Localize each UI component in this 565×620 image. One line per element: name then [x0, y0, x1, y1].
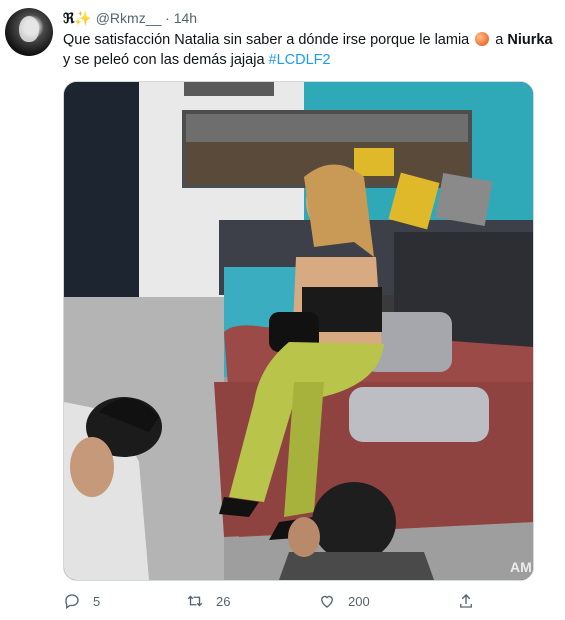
avatar[interactable]	[5, 8, 53, 56]
separator-dot: ·	[165, 10, 170, 26]
display-name[interactable]: ℜ✨	[63, 10, 92, 26]
tweet-text-part: y se peleó con las demás jajaja	[63, 52, 265, 68]
share-icon	[460, 594, 472, 608]
share-button[interactable]	[457, 590, 487, 612]
mention-name: Niurka	[507, 32, 553, 48]
user-handle[interactable]: @Rkmz__	[96, 10, 162, 26]
tweet[interactable]: ℜ✨ @Rkmz__ · 14h Que satisfacción Natali…	[0, 0, 565, 620]
retweet-icon	[187, 595, 203, 607]
tweet-text-part: a	[495, 32, 504, 48]
timestamp[interactable]: 14h	[174, 10, 197, 26]
tweet-header: ℜ✨ @Rkmz__ · 14h	[63, 9, 197, 27]
hashtag-link[interactable]: #LCDLF2	[269, 52, 331, 68]
video-frame: AM	[64, 82, 533, 580]
retweet-count: 26	[216, 593, 231, 609]
tweet-actions: 5 26 200	[63, 590, 543, 612]
tweet-text: Que satisfacción Natalia sin saber a dón…	[63, 30, 553, 70]
like-count: 200	[348, 593, 370, 609]
retweet-button[interactable]: 26	[186, 590, 230, 612]
peach-emoji-icon	[475, 32, 490, 46]
heart-icon	[321, 595, 333, 608]
reply-count: 5	[93, 593, 101, 609]
like-button[interactable]: 200	[318, 590, 370, 612]
tweet-video[interactable]: AM	[63, 81, 534, 581]
tweet-text-part: Que satisfacción Natalia sin saber a dón…	[63, 32, 470, 48]
reply-icon	[65, 594, 79, 610]
video-watermark: AM	[510, 559, 532, 575]
reply-button[interactable]: 5	[63, 590, 100, 612]
